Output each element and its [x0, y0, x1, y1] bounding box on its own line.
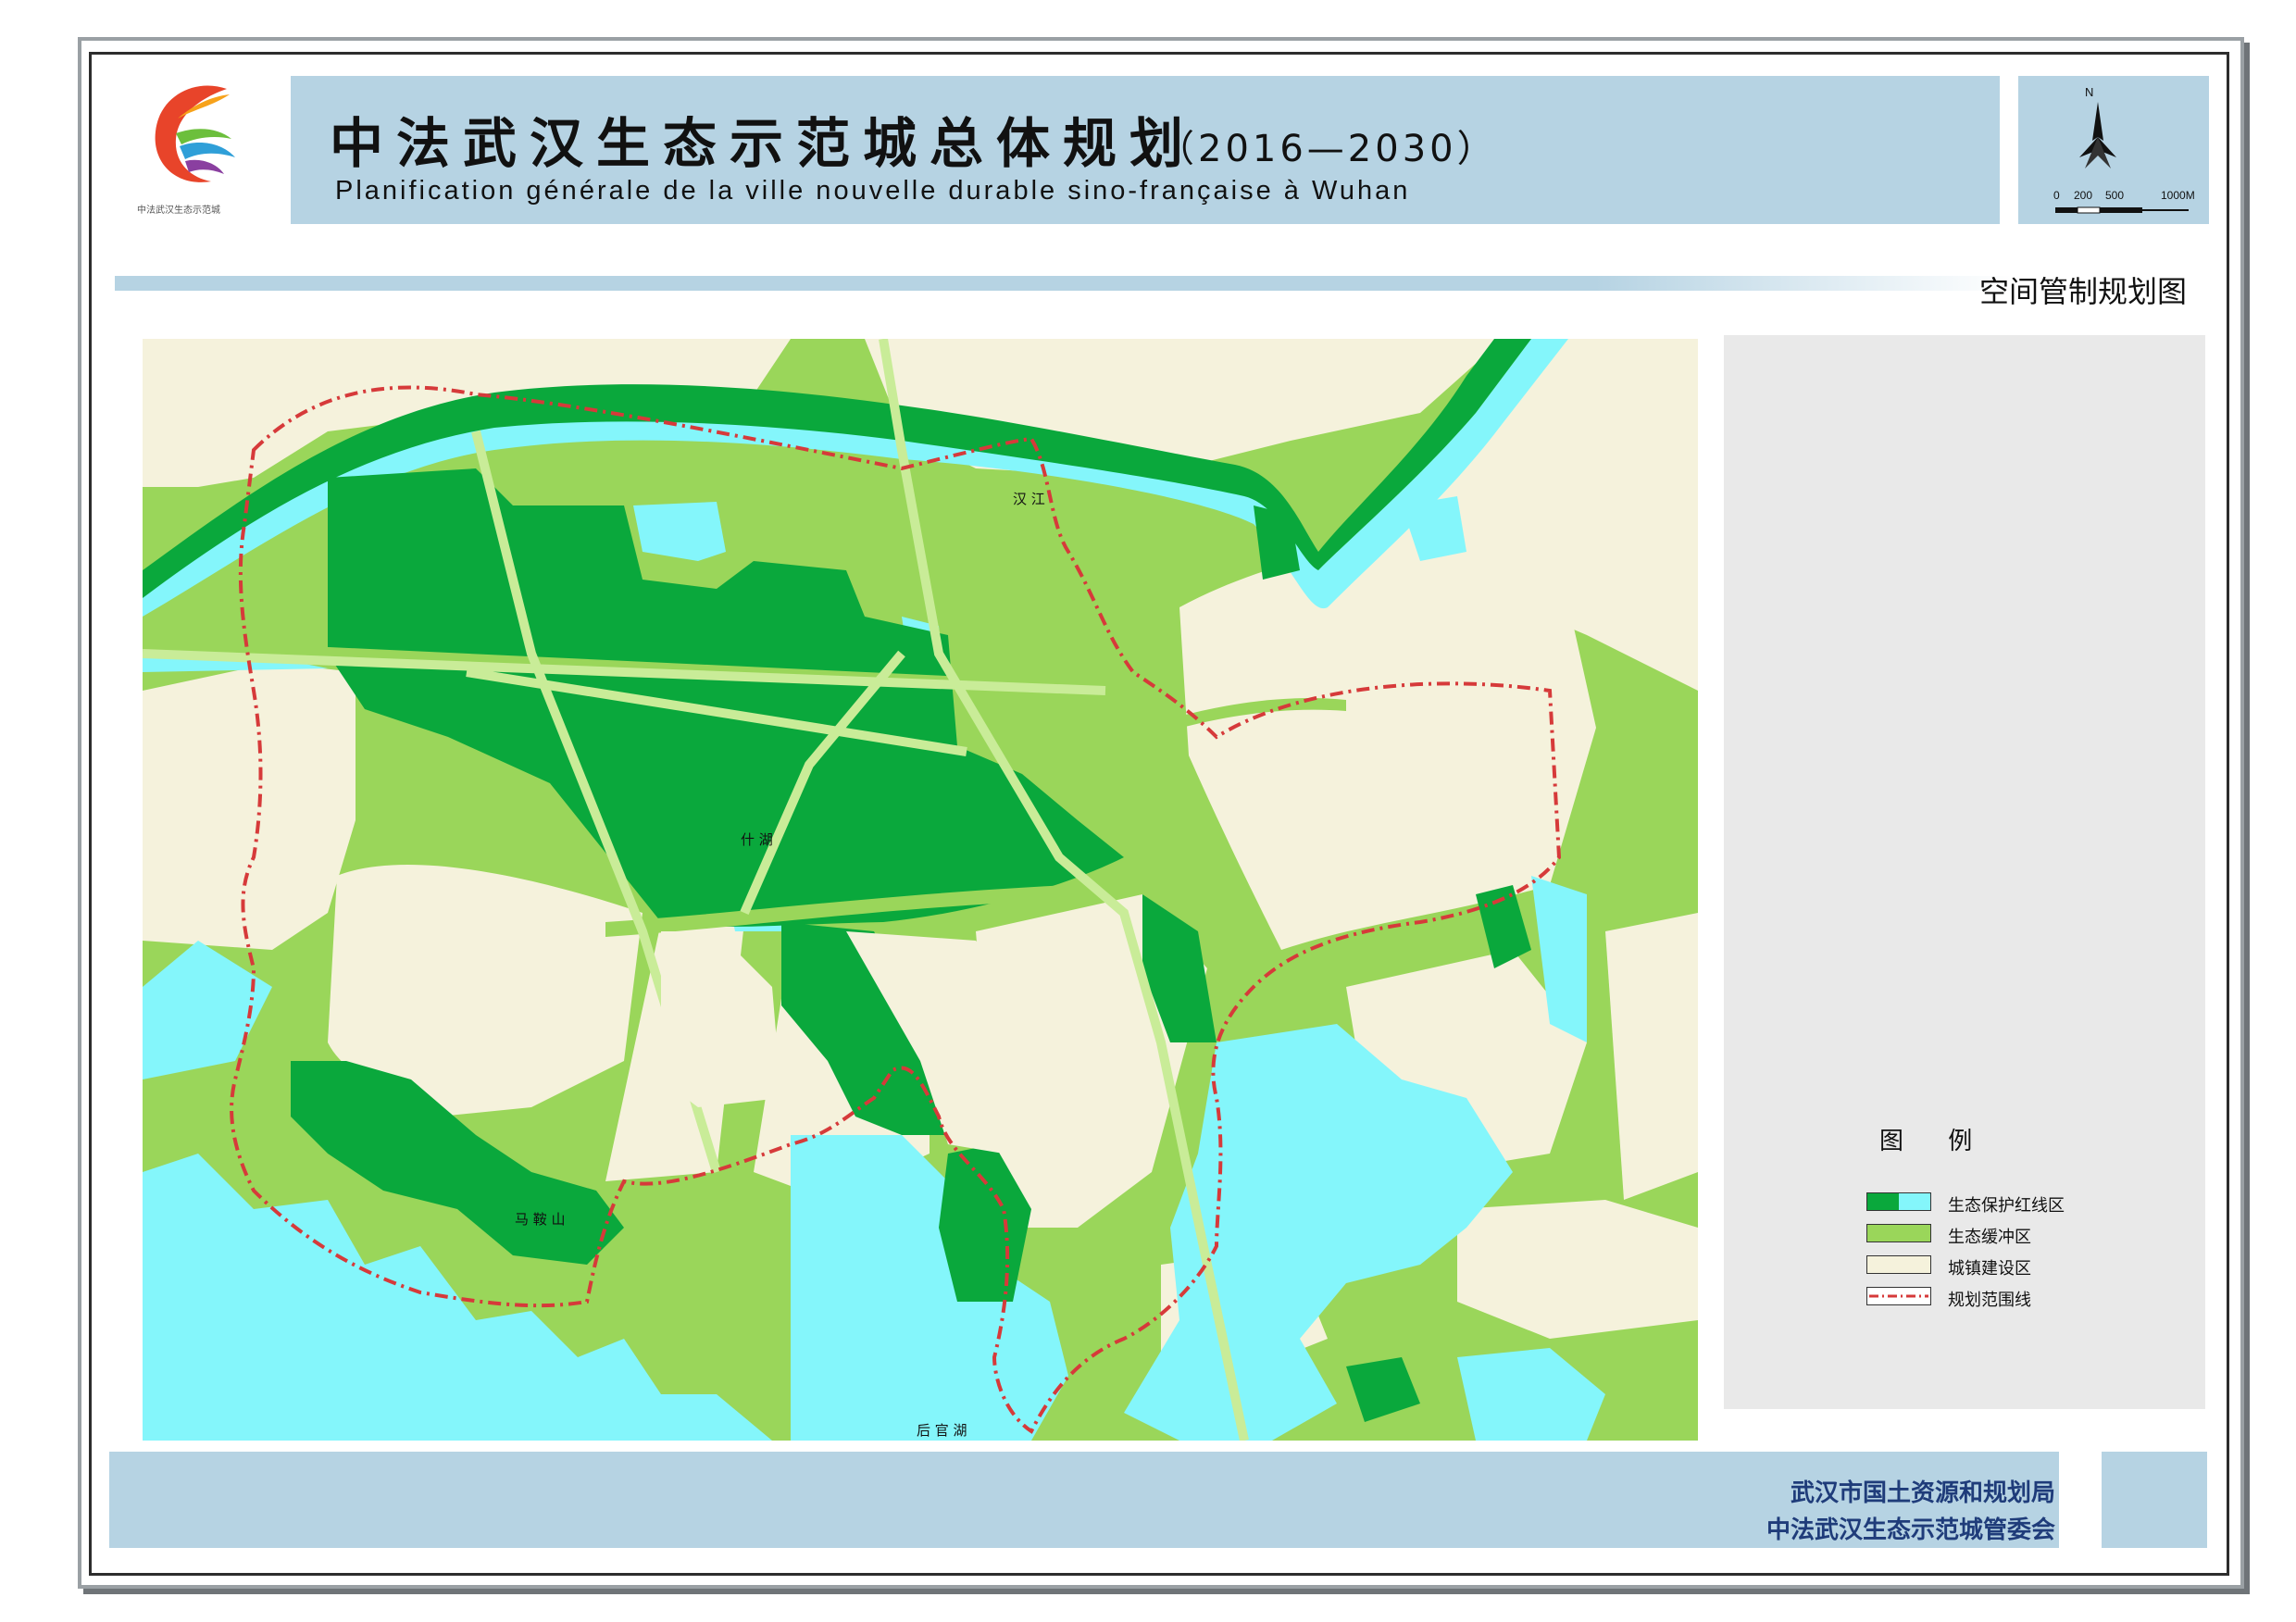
- legend-item-boundary: 规划范围线: [1866, 1287, 2181, 1310]
- legend-swatch-buffer: [1866, 1224, 1931, 1242]
- legend-item-eco-redline: 生态保护红线区: [1866, 1192, 2181, 1216]
- legend-label: 规划范围线: [1948, 1291, 2031, 1310]
- label-houguan-lake: 后 官 湖: [917, 1422, 967, 1439]
- logo-caption: 中法武汉生态示范城: [137, 206, 220, 216]
- legend-label: 城镇建设区: [1948, 1259, 2031, 1279]
- land-use-map[interactable]: 汉 江 什 湖 马 鞍 山 后 官 湖: [143, 339, 1698, 1441]
- footer-org-2: 中法武汉生态示范城管委会: [1766, 1516, 2055, 1544]
- legend-swatch-eco-redline: [1866, 1192, 1931, 1211]
- scale-label-200: 200: [2074, 189, 2093, 202]
- label-han-river: 汉 江: [1013, 491, 1045, 507]
- legend-item-urban: 城镇建设区: [1866, 1255, 2181, 1279]
- legend-item-buffer: 生态缓冲区: [1866, 1224, 2181, 1247]
- legend-label: 生态缓冲区: [1948, 1228, 2031, 1247]
- page-title: 中法武汉生态示范城总体规划: [330, 112, 1197, 175]
- label-shi-lake: 什 湖: [741, 831, 773, 848]
- legend-swatch-boundary: [1866, 1287, 1931, 1305]
- logo: [139, 78, 259, 217]
- north-label: N: [2085, 85, 2094, 99]
- footer-org-1: 武汉市国土资源和规划局: [1790, 1479, 2055, 1507]
- scale-label-1000: 1000M: [2161, 189, 2195, 202]
- legend-label: 生态保护红线区: [1948, 1196, 2065, 1216]
- legend-title: 图 例: [1879, 1128, 1991, 1155]
- title-years: （2016—2030）: [1157, 128, 1498, 170]
- scale-label-0: 0: [2053, 189, 2060, 202]
- legend-panel: [1724, 335, 2205, 1409]
- scale-label-500: 500: [2105, 189, 2125, 202]
- north-arrow-icon: [2079, 102, 2116, 168]
- legend-swatch-urban: [1866, 1255, 1931, 1274]
- map-title: 空间管制规划图: [1979, 274, 2188, 309]
- logo-mark: [155, 85, 235, 182]
- label-maan-mountain: 马 鞍 山: [515, 1211, 566, 1228]
- title-french: Planification générale de la ville nouve…: [335, 176, 1411, 206]
- divider-strip: [115, 276, 2013, 291]
- footer-right-box: [2102, 1452, 2207, 1548]
- scale-bar: [2055, 206, 2189, 214]
